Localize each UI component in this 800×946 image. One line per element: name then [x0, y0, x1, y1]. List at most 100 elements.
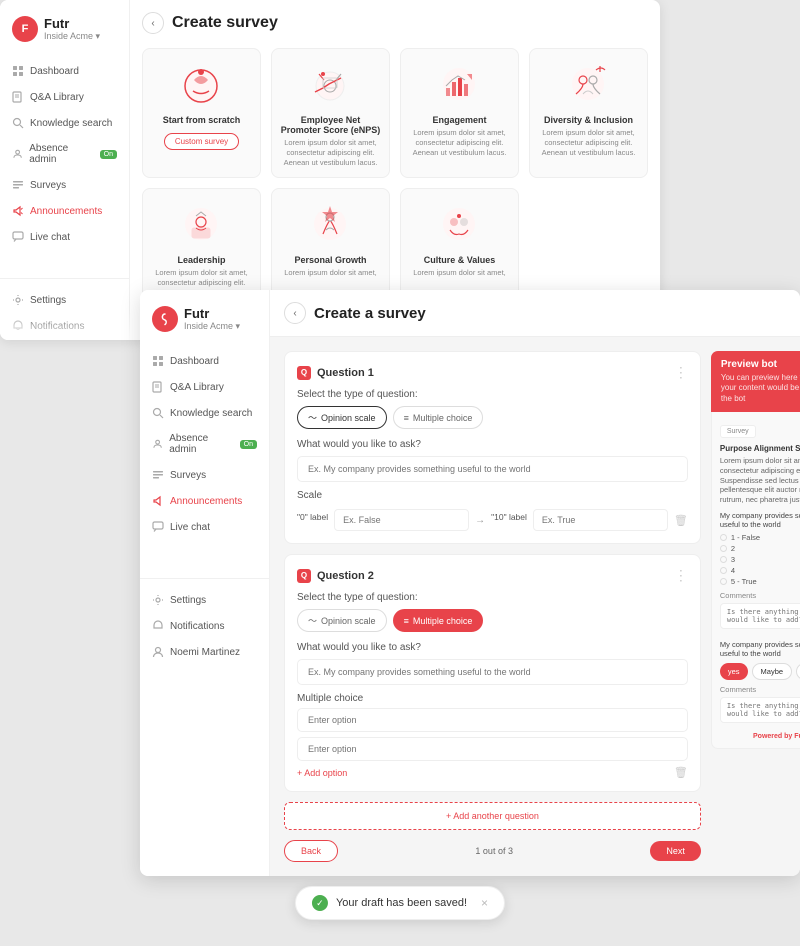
sidebar-item-knowledge[interactable]: Knowledge search: [0, 110, 129, 136]
person-icon: [12, 148, 23, 160]
preview-option-5-label: 5 - True: [731, 577, 757, 586]
toast-notification: ✓ Your draft has been saved! ×: [295, 886, 505, 920]
fg-form-main: ‹ Create a survey Q Question 1 ⋮: [270, 290, 800, 876]
q1-icon: Q: [297, 366, 311, 380]
q1-scale-row: "0" label → "10" label 🗑: [297, 509, 688, 531]
preview-comments-input[interactable]: [720, 603, 800, 629]
fg-label-qa: Q&A Library: [170, 382, 224, 393]
q2-header: Q Question 2 ⋮: [297, 567, 688, 584]
toast-close-button[interactable]: ×: [481, 896, 488, 910]
scratch-name: Start from scratch: [151, 115, 252, 125]
sidebar-item-surveys[interactable]: Surveys: [0, 172, 129, 198]
fg-sidebar-surveys[interactable]: Surveys: [140, 462, 269, 488]
q1-scale-zero-input[interactable]: [334, 509, 469, 531]
q1-delete-button[interactable]: 🗑: [674, 514, 688, 527]
custom-survey-button[interactable]: Custom survey: [164, 133, 239, 150]
q1-scale-ten-input[interactable]: [533, 509, 668, 531]
q1-type-label: Select the type of question:: [297, 389, 688, 400]
page-info: 1 out of 3: [475, 846, 513, 856]
sidebar-item-absence[interactable]: Absence admin On: [0, 136, 129, 172]
preview-maybe-button[interactable]: Maybe: [752, 663, 793, 680]
sidebar-label-livechat: Live chat: [30, 232, 70, 243]
fg-sidebar-absence[interactable]: Absence admin On: [140, 426, 269, 462]
preview-no-button[interactable]: No: [796, 663, 800, 680]
fg-sidebar-livechat[interactable]: Live chat: [140, 514, 269, 540]
fg-label-settings: Settings: [170, 595, 206, 606]
fg-sidebar-dashboard[interactable]: Dashboard: [140, 348, 269, 374]
sidebar-item-settings[interactable]: Settings: [0, 287, 129, 313]
growth-name: Personal Growth: [280, 255, 381, 265]
futr-logo-icon: F: [12, 16, 38, 42]
preview-title: Preview bot: [721, 359, 800, 370]
fg-chat-icon: [152, 521, 164, 533]
next-button[interactable]: Next: [650, 841, 701, 861]
q1-ask-input[interactable]: [297, 456, 688, 482]
fg-sidebar-notifications[interactable]: Notifications: [140, 613, 269, 639]
q2-multiple-choice-btn[interactable]: ≡ Multiple choice: [393, 609, 484, 632]
fg-book-icon: [152, 381, 164, 393]
fg-sidebar-settings[interactable]: Settings: [140, 587, 269, 613]
diversity-desc: Lorem ipsum dolor sit amet, consectetur …: [538, 128, 639, 157]
preview-option-4-label: 4: [731, 566, 735, 575]
scratch-icon: [172, 59, 232, 109]
preview-radio-4: [720, 567, 727, 574]
sidebar-label-qa: Q&A Library: [30, 92, 84, 103]
leadership-name: Leadership: [151, 255, 252, 265]
questions-area: Q Question 1 ⋮ Select the type of questi…: [284, 351, 701, 862]
preview-survey-title: Purpose Alignment Survey: [720, 444, 800, 453]
sidebar-item-qa[interactable]: Q&A Library: [0, 84, 129, 110]
fg-megaphone-icon: [152, 495, 164, 507]
bg-back-button[interactable]: ‹: [142, 12, 164, 34]
engagement-desc: Lorem ipsum dolor sit amet, consectetur …: [409, 128, 510, 157]
culture-desc: Lorem ipsum dolor sit amet,: [409, 268, 510, 278]
q2-more-button[interactable]: ⋮: [674, 567, 688, 584]
preview-survey-badge: Survey: [720, 425, 756, 438]
q2-delete-button[interactable]: 🗑: [674, 766, 688, 779]
opinion-scale-icon: 〜: [308, 411, 317, 424]
q1-more-button[interactable]: ⋮: [674, 364, 688, 381]
preview-yes-button[interactable]: yes: [720, 663, 748, 680]
q1-multiple-choice-btn[interactable]: ≡ Multiple choice: [393, 406, 484, 429]
back-button[interactable]: Back: [284, 840, 338, 862]
sidebar-item-livechat[interactable]: Live chat: [0, 224, 129, 250]
q2-add-option-button[interactable]: + Add option: [297, 768, 347, 778]
q2-option-2-input[interactable]: [297, 737, 688, 761]
q2-ask-input[interactable]: [297, 659, 688, 685]
fg-back-button[interactable]: ‹: [284, 302, 306, 324]
sidebar-label-absence: Absence admin: [29, 143, 93, 165]
template-card-enps[interactable]: Employee Net Promoter Score (eNPS) Lorem…: [271, 48, 390, 178]
sidebar-item-dashboard[interactable]: Dashboard: [0, 58, 129, 84]
sidebar-item-user[interactable]: Noemi Martinez: [0, 339, 129, 340]
q2-type-buttons: 〜 Opinion scale ≡ Multiple choice: [297, 609, 688, 632]
preview-option-1: 1 - False: [720, 533, 800, 542]
fg-sidebar-user[interactable]: Noemi Martinez: [140, 639, 269, 665]
fg-label-notifications: Notifications: [170, 621, 224, 632]
add-question-button[interactable]: + Add another question: [284, 802, 701, 830]
preview-header: Preview bot You can preview here your ho…: [711, 351, 800, 412]
diversity-icon: [559, 59, 619, 109]
sidebar-label-notifications: Notifications: [30, 321, 84, 332]
template-card-diversity[interactable]: Diversity & Inclusion Lorem ipsum dolor …: [529, 48, 648, 178]
fg-sidebar-announcements[interactable]: Announcements: [140, 488, 269, 514]
q2-type-label: Select the type of question:: [297, 592, 688, 603]
sidebar-item-announcements[interactable]: Announcements: [0, 198, 129, 224]
q1-opinion-scale-btn[interactable]: 〜 Opinion scale: [297, 406, 387, 429]
preview-comments-label: Comments: [720, 591, 800, 600]
fg-page-title: Create a survey: [314, 305, 426, 322]
template-card-scratch[interactable]: Start from scratch Custom survey: [142, 48, 261, 178]
template-card-engagement[interactable]: Engagement Lorem ipsum dolor sit amet, c…: [400, 48, 519, 178]
grid-icon: [12, 65, 24, 77]
sidebar-item-notifications[interactable]: Notifications: [0, 313, 129, 339]
preview-comments2-input[interactable]: [720, 697, 800, 723]
q2-option-1-input[interactable]: [297, 708, 688, 732]
fg-label-knowledge: Knowledge search: [170, 408, 252, 419]
q2-opinion-scale-btn[interactable]: 〜 Opinion scale: [297, 609, 387, 632]
toast-message: Your draft has been saved!: [336, 897, 467, 909]
create-survey-card: Futr Inside Acme ▾ Dashboard Q&A Library…: [140, 290, 800, 876]
growth-icon: [301, 199, 361, 249]
fg-sidebar-knowledge[interactable]: Knowledge search: [140, 400, 269, 426]
culture-name: Culture & Values: [409, 255, 510, 265]
preview-option-3: 3: [720, 555, 800, 564]
fg-sidebar-qa[interactable]: Q&A Library: [140, 374, 269, 400]
preview-q1-text: My company provides something useful to …: [720, 511, 800, 529]
